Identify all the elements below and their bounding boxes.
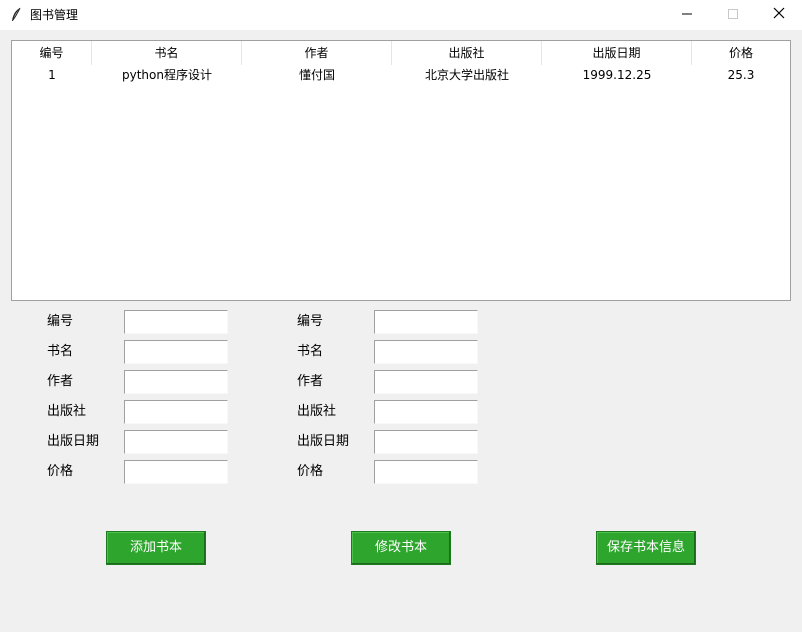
maximize-button[interactable] (710, 0, 756, 30)
label-id: 编号 (297, 314, 324, 329)
column-header-title[interactable]: 书名 (92, 41, 242, 65)
cell-publish-date: 1999.12.25 (582, 68, 652, 82)
minimize-icon (682, 8, 692, 23)
column-header-price[interactable]: 价格 (692, 41, 790, 65)
id-input[interactable] (124, 310, 228, 334)
column-header-publisher[interactable]: 出版社 (392, 41, 542, 65)
label-publisher: 出版社 (297, 404, 337, 419)
close-button[interactable] (756, 0, 802, 30)
maximize-icon (728, 8, 738, 23)
cell-price: 25.3 (727, 68, 755, 82)
feather-icon (10, 7, 22, 23)
label-publisher: 出版社 (47, 404, 87, 419)
author-input[interactable] (124, 370, 228, 394)
table-header: 编号 书名 作者 出版社 出版日期 价格 (12, 41, 790, 65)
label-publish-date: 出版日期 (297, 434, 350, 449)
column-header-author[interactable]: 作者 (242, 41, 392, 65)
column-header-id[interactable]: 编号 (12, 41, 92, 65)
cell-publisher: 北京大学出版社 (424, 68, 509, 82)
label-author: 作者 (297, 374, 324, 389)
minimize-button[interactable] (664, 0, 710, 30)
label-id: 编号 (47, 314, 74, 329)
column-header-publish-date[interactable]: 出版日期 (542, 41, 692, 65)
cell-title: python程序设计 (122, 68, 212, 82)
label-title: 书名 (47, 344, 74, 359)
edit-book-button[interactable]: 修改书本 (351, 531, 451, 565)
close-icon (773, 7, 785, 23)
table-row[interactable]: 1 python程序设计 懂付国 北京大学出版社 1999.12.25 25.3 (12, 65, 790, 85)
edit-author-input[interactable] (374, 370, 478, 394)
label-price: 价格 (47, 464, 74, 479)
publisher-input[interactable] (124, 400, 228, 424)
publish-date-input[interactable] (124, 430, 228, 454)
edit-publisher-input[interactable] (374, 400, 478, 424)
label-publish-date: 出版日期 (47, 434, 100, 449)
book-table[interactable]: 编号 书名 作者 出版社 出版日期 价格 1 python程序设计 懂付国 北京… (11, 40, 791, 301)
add-book-button[interactable]: 添加书本 (106, 531, 206, 565)
cell-id: 1 (48, 68, 56, 82)
window-title: 图书管理 (30, 8, 79, 22)
edit-publish-date-input[interactable] (374, 430, 478, 454)
edit-title-input[interactable] (374, 340, 478, 364)
save-book-info-button[interactable]: 保存书本信息 (596, 531, 696, 565)
edit-id-input[interactable] (374, 310, 478, 334)
edit-price-input[interactable] (374, 460, 478, 484)
label-author: 作者 (47, 374, 74, 389)
price-input[interactable] (124, 460, 228, 484)
label-title: 书名 (297, 344, 324, 359)
title-input[interactable] (124, 340, 228, 364)
cell-author: 懂付国 (298, 68, 335, 82)
label-price: 价格 (297, 464, 324, 479)
title-bar: 图书管理 (0, 0, 802, 30)
